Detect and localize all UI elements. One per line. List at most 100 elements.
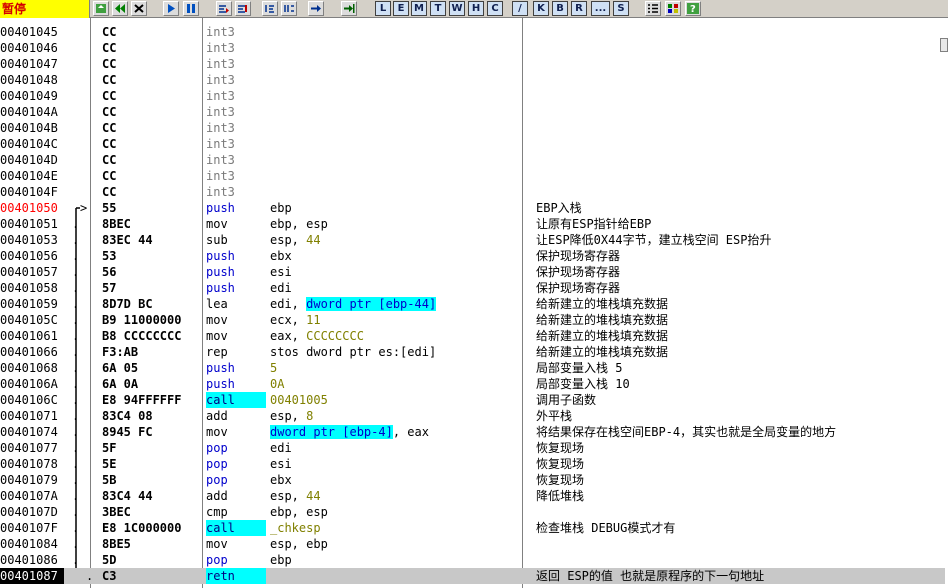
operands-cell: ebp xyxy=(270,552,520,568)
disasm-row[interactable]: 00401068. 6A 05 push 5 局部变量入栈 5 xyxy=(0,360,945,376)
disasm-row[interactable]: 00401053. 83EC 44 sub esp, 44 让ESP降低0X44字节，建… xyxy=(0,232,945,248)
toolbar: 暂停 L E M T W H C / K B R ... S ? xyxy=(0,0,948,18)
hex-dump-cell: CC xyxy=(102,57,117,71)
mnemonic-cell: int3 xyxy=(206,137,235,151)
log-window-button[interactable]: L xyxy=(375,1,391,16)
disasm-row[interactable]: 0040107A. 83C4 44 add esp, 44 降低堆栈 xyxy=(0,488,945,504)
jump-marker: > xyxy=(80,201,88,215)
hex-dump-cell: 8945 FC xyxy=(102,425,153,439)
disasm-row[interactable]: 00401061. B8 CCCCCCCC mov eax, CCCCCCCC 给新建立… xyxy=(0,328,945,344)
breakpoints-window-button[interactable]: B xyxy=(552,1,568,16)
disasm-row[interactable]: 0040107F. E8 1C000000 call _chkesp 检查堆栈 DEBU… xyxy=(0,520,945,536)
disasm-row[interactable]: 0040104C CC int3 xyxy=(0,136,945,152)
disasm-row[interactable]: 0040104F CC int3 xyxy=(0,184,945,200)
comment-cell: 给新建立的堆栈填充数据 xyxy=(536,297,669,311)
disasm-row[interactable]: 00401048 CC int3 xyxy=(0,72,945,88)
disasm-row[interactable]: 0040104A CC int3 xyxy=(0,104,945,120)
source-window-button[interactable]: S xyxy=(613,1,629,16)
trace-over-button[interactable] xyxy=(281,1,297,16)
disasm-row[interactable]: 0040104D CC int3 xyxy=(0,152,945,168)
comment-cell: 让原有ESP指针给EBP xyxy=(536,217,652,231)
immediate-operand: 44 xyxy=(306,233,321,247)
trace-into-icon xyxy=(265,5,274,13)
operands-cell: esp, 44 xyxy=(270,232,520,248)
hex-dump-cell: 6A 05 xyxy=(102,361,139,375)
disasm-row[interactable]: 00401079. 5B pop ebx 恢复现场 xyxy=(0,472,945,488)
disasm-row[interactable]: 00401047 CC int3 xyxy=(0,56,945,72)
execute-till-return-button[interactable] xyxy=(308,1,324,16)
appearance-button[interactable] xyxy=(665,1,681,16)
run-button[interactable] xyxy=(163,1,179,16)
disasm-row[interactable]: 00401056. 53 push ebx 保护现场寄存器 xyxy=(0,248,945,264)
disasm-row[interactable]: 00401057. 56 push esi 保护现场寄存器 xyxy=(0,264,945,280)
mnemonic-cell: int3 xyxy=(206,57,235,71)
open-button[interactable] xyxy=(93,1,109,16)
disasm-row[interactable]: 00401078. 5E pop esi 恢复现场 xyxy=(0,456,945,472)
mnemonic-cell: int3 xyxy=(206,105,235,119)
disasm-row[interactable]: 00401051. 8BEC mov ebp, esp 让原有ESP指针给EBP xyxy=(0,216,945,232)
operands-cell: eax, CCCCCCCC xyxy=(270,328,520,344)
patches-window-button[interactable]: / xyxy=(512,1,528,16)
disasm-row[interactable]: 00401086. 5D pop ebp xyxy=(0,552,945,568)
disasm-row[interactable]: 0040104E CC int3 xyxy=(0,168,945,184)
call-stack-window-button[interactable]: K xyxy=(533,1,549,16)
jump-marker: . xyxy=(72,297,80,311)
step-into-button[interactable] xyxy=(216,1,232,16)
jump-marker: . xyxy=(72,473,80,487)
disasm-row[interactable]: 00401066. F3:AB rep stos dword ptr es:[edi]… xyxy=(0,344,945,360)
mnemonic-cell: int3 xyxy=(206,169,235,183)
disasm-row[interactable]: 0040104B CC int3 xyxy=(0,120,945,136)
disasm-row[interactable]: 00401046 CC int3 xyxy=(0,40,945,56)
trace-into-button[interactable] xyxy=(262,1,278,16)
register-operand: edi, xyxy=(270,297,307,311)
threads-window-button[interactable]: T xyxy=(430,1,446,16)
disasm-row[interactable]: 00401071. 83C4 08 add esp, 8 外平栈 xyxy=(0,408,945,424)
open-icon xyxy=(96,4,106,13)
restart-button[interactable] xyxy=(112,1,128,16)
disasm-row[interactable]: 00401077. 5F pop edi 恢复现场 xyxy=(0,440,945,456)
handles-window-button[interactable]: H xyxy=(468,1,484,16)
mnemonic-cell: pop xyxy=(206,441,228,455)
mnemonic-cell: int3 xyxy=(206,73,235,87)
step-over-button[interactable] xyxy=(235,1,251,16)
help-button[interactable]: ? xyxy=(685,1,701,16)
disasm-row[interactable]: 00401058. 57 push edi 保护现场寄存器 xyxy=(0,280,945,296)
register-operand: esp, xyxy=(270,489,307,503)
comment-cell: 局部变量入栈 5 xyxy=(536,361,623,375)
disasm-row[interactable]: 0040106A. 6A 0A push 0A 局部变量入栈 10 xyxy=(0,376,945,392)
disasm-row[interactable]: 0040107D. 3BEC cmp ebp, esp xyxy=(0,504,945,520)
disasm-row[interactable]: 0040106C. E8 94FFFFFF call 00401005 调用子函数 xyxy=(0,392,945,408)
disasm-row[interactable]: 00401059. 8D7D BC lea edi, dword ptr [ebp-4… xyxy=(0,296,945,312)
options-list-button[interactable] xyxy=(645,1,661,16)
address-cell: 0040106C xyxy=(0,393,58,407)
operands-cell: ebx xyxy=(270,472,520,488)
windows-window-button[interactable]: W xyxy=(449,1,465,16)
pause-button[interactable] xyxy=(183,1,199,16)
mnemonic-cell: int3 xyxy=(206,121,235,135)
disasm-row[interactable]: 00401045 CC int3 xyxy=(0,24,945,40)
address-cell: 00401059 xyxy=(0,297,58,311)
operands-cell: ebx xyxy=(270,248,520,264)
disasm-row[interactable]: 00401084. 8BE5 mov esp, ebp xyxy=(0,536,945,552)
goto-button[interactable] xyxy=(341,1,357,16)
address-cell: 00401086 xyxy=(0,553,58,567)
scrollbar-thumb[interactable] xyxy=(940,38,948,52)
mnemonic-cell: push xyxy=(206,249,235,263)
disasm-row[interactable]: 00401087. C3 retn 返回 ESP的值 也就是原程序的下一句地址 xyxy=(0,568,945,584)
modules-window-button[interactable]: E xyxy=(393,1,409,16)
disasm-row[interactable]: 00401049 CC int3 xyxy=(0,88,945,104)
disasm-row[interactable]: 00401074. 8945 FC mov dword ptr [ebp-4], ea… xyxy=(0,424,945,440)
run-trace-window-button[interactable]: ... xyxy=(591,1,610,16)
memory-window-button[interactable]: M xyxy=(411,1,427,16)
close-button[interactable] xyxy=(131,1,147,16)
cpu-window-button[interactable]: C xyxy=(487,1,503,16)
hex-dump-cell: 5E xyxy=(102,457,117,471)
hex-dump-cell: 83EC 44 xyxy=(102,233,153,247)
references-window-button[interactable]: R xyxy=(571,1,587,16)
mnemonic-cell: push xyxy=(206,201,235,215)
disasm-row[interactable]: 00401050 >55 push ebp EBP入栈 xyxy=(0,200,945,216)
register-operand: ecx, xyxy=(270,313,307,327)
disasm-row[interactable]: 0040105C. B9 11000000 mov ecx, 11 给新建立的堆栈填充数… xyxy=(0,312,945,328)
address-cell: 0040104A xyxy=(0,105,58,119)
mnemonic-cell: pop xyxy=(206,553,228,567)
